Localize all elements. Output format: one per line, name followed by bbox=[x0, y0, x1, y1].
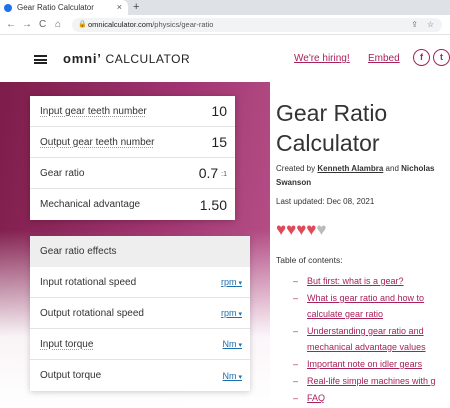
output-speed-label: Output rotational speed bbox=[40, 307, 144, 319]
logo-omni: omni bbox=[63, 51, 98, 66]
gear-ratio-row[interactable]: Gear ratio 0.7 :1 bbox=[30, 158, 235, 189]
calculator-card: Input gear teeth number 10 Output gear t… bbox=[30, 96, 235, 220]
heart-icon[interactable]: ♥ bbox=[296, 220, 306, 239]
new-tab-button[interactable]: + bbox=[133, 0, 139, 15]
toc-item[interactable]: What is gear ratio and how to calculate … bbox=[293, 290, 450, 322]
address-bar-row: ← → C ⌂ 🔒 omnicalculator.com/physics/gea… bbox=[0, 15, 450, 35]
url-host: omnicalculator.com bbox=[88, 20, 153, 29]
star-icon[interactable]: ☆ bbox=[427, 18, 434, 32]
author-credit: Created by Kenneth Alambra and Nicholas … bbox=[276, 162, 448, 190]
input-speed-label: Input rotational speed bbox=[40, 276, 137, 288]
output-teeth-label: Output gear teeth number bbox=[40, 136, 155, 148]
input-torque-unit-select[interactable]: Nm bbox=[223, 339, 242, 349]
embed-link[interactable]: Embed bbox=[368, 53, 400, 64]
and-text: and bbox=[385, 164, 399, 173]
omni-logo[interactable]: omni’ CALCULATOR bbox=[63, 51, 190, 66]
output-teeth-row[interactable]: Output gear teeth number 15 bbox=[30, 127, 235, 158]
toc-link[interactable]: Understanding gear ratio and mechanical … bbox=[307, 326, 426, 352]
browser-tab-strip: Gear Ratio Calculator × + bbox=[0, 0, 450, 15]
output-torque-label: Output torque bbox=[40, 370, 102, 381]
author-link-1[interactable]: Kenneth Alambra bbox=[317, 164, 383, 173]
facebook-icon[interactable]: f bbox=[413, 49, 430, 66]
input-teeth-row[interactable]: Input gear teeth number 10 bbox=[30, 96, 235, 127]
share-icon[interactable]: ⇪ bbox=[411, 18, 418, 32]
input-speed-row[interactable]: Input rotational speed rpm bbox=[30, 267, 250, 298]
tab-title: Gear Ratio Calculator bbox=[17, 3, 94, 12]
toc-link[interactable]: Real-life simple machines with g bbox=[307, 376, 436, 386]
hiring-link[interactable]: We're hiring! bbox=[294, 53, 350, 64]
effects-card: Gear ratio effects Input rotational spee… bbox=[30, 236, 250, 391]
output-torque-row[interactable]: Output torque Nm bbox=[30, 360, 250, 391]
reload-icon[interactable]: C bbox=[39, 18, 46, 32]
toc-item[interactable]: Understanding gear ratio and mechanical … bbox=[293, 323, 450, 355]
effects-section-title: Gear ratio effects bbox=[30, 236, 250, 267]
input-speed-unit-select[interactable]: rpm bbox=[221, 277, 242, 287]
toc-link[interactable]: But first: what is a gear? bbox=[307, 276, 404, 286]
tab-close-icon[interactable]: × bbox=[117, 2, 122, 12]
toc-link[interactable]: What is gear ratio and how to calculate … bbox=[307, 293, 424, 319]
heart-icon[interactable]: ♥ bbox=[286, 220, 296, 239]
mechanical-advantage-row[interactable]: Mechanical advantage 1.50 bbox=[30, 189, 235, 220]
input-torque-row[interactable]: Input torque Nm bbox=[30, 329, 250, 360]
output-speed-unit-select[interactable]: rpm bbox=[221, 308, 242, 318]
toc-link[interactable]: Important note on idler gears bbox=[307, 359, 422, 369]
toc-link[interactable]: FAQ bbox=[307, 393, 325, 403]
output-torque-unit-select[interactable]: Nm bbox=[223, 371, 242, 381]
toc-item[interactable]: FAQ bbox=[293, 390, 450, 406]
gear-ratio-unit: :1 bbox=[221, 170, 227, 178]
page-title: Gear Ratio Calculator bbox=[276, 100, 388, 156]
toc-title: Table of contents: bbox=[276, 255, 343, 265]
url-path: /physics/gear-ratio bbox=[152, 20, 214, 29]
output-teeth-value[interactable]: 15 bbox=[211, 134, 227, 150]
twitter-icon[interactable]: t bbox=[433, 49, 450, 66]
gear-ratio-label: Gear ratio bbox=[40, 167, 85, 179]
created-by-text: Created by bbox=[276, 164, 316, 173]
browser-tab[interactable]: Gear Ratio Calculator × bbox=[0, 0, 128, 15]
toc-item[interactable]: Important note on idler gears bbox=[293, 356, 450, 372]
logo-calculator: CALCULATOR bbox=[105, 52, 191, 66]
table-of-contents: But first: what is a gear? What is gear … bbox=[293, 273, 450, 407]
back-icon[interactable]: ← bbox=[6, 18, 16, 32]
mechanical-advantage-value[interactable]: 1.50 bbox=[200, 197, 227, 213]
last-updated: Last updated: Dec 08, 2021 bbox=[276, 197, 375, 206]
half-heart-icon[interactable]: ♥ bbox=[316, 220, 326, 239]
url-field[interactable]: 🔒 omnicalculator.com/physics/gear-ratio … bbox=[72, 18, 442, 32]
omni-favicon-icon bbox=[4, 3, 12, 12]
gear-ratio-value[interactable]: 0.7 bbox=[199, 165, 218, 181]
mechanical-advantage-label: Mechanical advantage bbox=[40, 199, 141, 210]
toc-item[interactable]: Real-life simple machines with g bbox=[293, 373, 450, 389]
home-icon[interactable]: ⌂ bbox=[55, 18, 61, 32]
toc-item[interactable]: But first: what is a gear? bbox=[293, 273, 450, 289]
input-teeth-value[interactable]: 10 bbox=[211, 103, 227, 119]
lock-icon: 🔒 bbox=[78, 21, 87, 28]
input-torque-label: Input torque bbox=[40, 338, 94, 350]
output-speed-row[interactable]: Output rotational speed rpm bbox=[30, 298, 250, 329]
heart-icon[interactable]: ♥ bbox=[276, 220, 286, 239]
heart-icon[interactable]: ♥ bbox=[306, 220, 316, 239]
site-header: omni’ CALCULATOR We're hiring! Embed f t bbox=[0, 36, 450, 82]
forward-icon[interactable]: → bbox=[22, 18, 32, 32]
rating-hearts[interactable]: ♥♥♥♥♥ bbox=[276, 220, 326, 240]
input-teeth-label: Input gear teeth number bbox=[40, 105, 147, 117]
menu-icon[interactable] bbox=[34, 55, 47, 64]
